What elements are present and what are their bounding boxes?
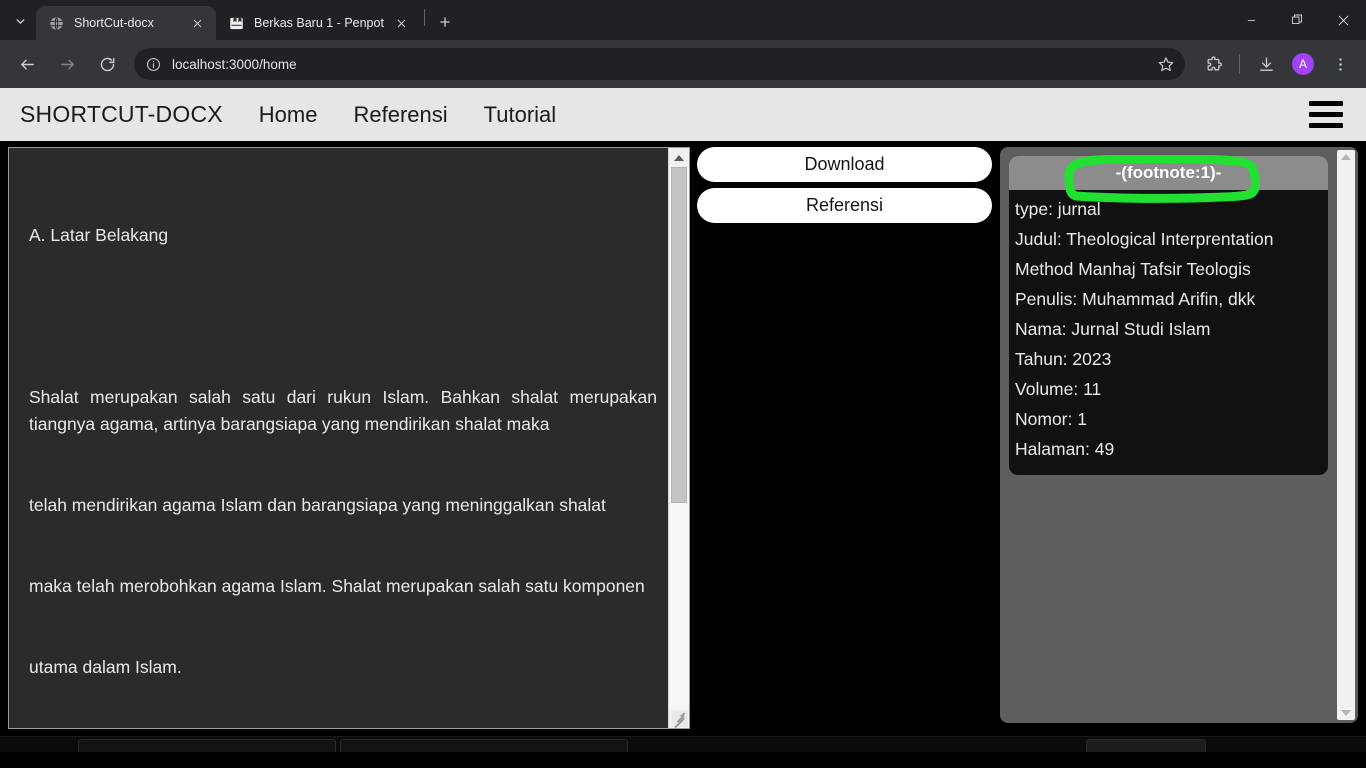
footnote-field-penulis: Penulis: Muhammad Arifin, dkk: [1015, 289, 1256, 309]
close-icon[interactable]: [189, 15, 206, 32]
workspace: A. Latar Belakang Shalat merupakan salah…: [0, 141, 1366, 752]
footnote-card-body: type: jurnal Judul: Theological Interpre…: [1009, 190, 1328, 464]
reload-icon[interactable]: [91, 48, 123, 80]
footnote-field-type: type: jurnal: [1015, 199, 1101, 219]
tab-divider: [423, 8, 425, 26]
nav-item-home[interactable]: Home: [259, 102, 318, 128]
scrollbar-thumb[interactable]: [671, 167, 687, 504]
scroll-up-arrow-icon[interactable]: [1341, 154, 1351, 160]
os-taskbar: [0, 736, 1366, 752]
nav-item-tutorial[interactable]: Tutorial: [484, 102, 557, 128]
footnote-field-volume: Volume: 11: [1015, 379, 1102, 399]
taskbar-item[interactable]: [340, 739, 628, 752]
address-bar[interactable]: localhost:3000/home: [134, 48, 1185, 80]
browser-tab-shortcut-docx[interactable]: ShortCut-docx: [36, 6, 216, 40]
profile-avatar[interactable]: A: [1292, 53, 1314, 75]
footnote-panel: -(footnote:1)- type: jurnal Judul: Theol…: [1000, 147, 1358, 723]
footnote-card[interactable]: -(footnote:1)- type: jurnal Judul: Theol…: [1009, 156, 1328, 475]
hamburger-bar: [1309, 112, 1343, 117]
doc-paragraph: utama dalam Islam.: [29, 657, 182, 677]
tab-title: Berkas Baru 1 - Penpot: [254, 16, 384, 30]
footnote-field-halaman: Halaman: 49: [1015, 439, 1115, 459]
footnote-panel-scrollbar[interactable]: [1337, 150, 1355, 720]
back-icon[interactable]: [11, 48, 43, 80]
page-viewport: SHORTCUT-DOCX Home Referensi Tutorial A.…: [0, 88, 1366, 752]
scroll-up-arrow-icon[interactable]: [669, 148, 689, 167]
referensi-button[interactable]: Referensi: [697, 188, 992, 223]
footnote-field-nomor: Nomor: 1: [1015, 409, 1087, 429]
document-scrollbar[interactable]: [668, 148, 689, 728]
tab-title: ShortCut-docx: [74, 16, 154, 30]
doc-paragraph: Shalat merupakan salah satu dari rukun I…: [29, 387, 662, 434]
footnote-field-judul-cont: Method Manhaj Tafsir Teologis: [1015, 259, 1251, 279]
taskbar-item[interactable]: [1086, 739, 1206, 752]
globe-icon: [48, 15, 65, 32]
footnote-field-nama: Nama: Jurnal Studi Islam: [1015, 319, 1211, 339]
browser-toolbar: localhost:3000/home A: [0, 40, 1366, 88]
extensions-icon[interactable]: [1198, 49, 1228, 79]
maximize-icon[interactable]: [1274, 0, 1320, 40]
browser-tab-strip: ShortCut-docx Berkas Baru 1 - Penpot: [0, 0, 1366, 40]
hamburger-menu-icon[interactable]: [1306, 98, 1346, 132]
document-editor[interactable]: A. Latar Belakang Shalat merupakan salah…: [8, 147, 690, 729]
app-brand[interactable]: SHORTCUT-DOCX: [20, 101, 223, 128]
url-text[interactable]: localhost:3000/home: [172, 57, 1145, 72]
close-icon[interactable]: [393, 15, 410, 32]
doc-paragraph-blank: [29, 303, 657, 330]
footnote-field-judul: Judul: Theological Interprentation: [1015, 229, 1274, 249]
minimize-icon[interactable]: [1228, 0, 1274, 40]
tab-search-icon[interactable]: [6, 7, 34, 35]
resize-grip-icon[interactable]: [672, 711, 688, 728]
nav-item-referensi[interactable]: Referensi: [353, 102, 447, 128]
doc-paragraph: A. Latar Belakang: [29, 225, 169, 245]
window-controls: [1228, 0, 1366, 40]
toolbar-divider: [1239, 54, 1240, 74]
app-navbar: SHORTCUT-DOCX Home Referensi Tutorial: [0, 88, 1366, 141]
footnote-field-tahun: Tahun: 2023: [1015, 349, 1112, 369]
doc-paragraph: maka telah merobohkan agama Islam. Shala…: [29, 576, 645, 596]
scrollbar-track[interactable]: [669, 167, 689, 709]
action-button-column: Download Referensi: [697, 147, 992, 223]
downloads-icon[interactable]: [1251, 49, 1281, 79]
browser-tab-penpot[interactable]: Berkas Baru 1 - Penpot: [216, 6, 420, 40]
taskbar-item[interactable]: [78, 739, 336, 752]
hamburger-bar: [1309, 123, 1343, 128]
doc-paragraph: telah mendirikan agama Islam dan barangs…: [29, 495, 606, 515]
browser-window: ShortCut-docx Berkas Baru 1 - Penpot loc…: [0, 0, 1366, 768]
document-text[interactable]: A. Latar Belakang Shalat merupakan salah…: [9, 148, 669, 728]
chrome-menu-icon[interactable]: [1325, 49, 1355, 79]
penpot-icon: [228, 15, 245, 32]
new-tab-icon[interactable]: [431, 8, 459, 36]
close-window-icon[interactable]: [1320, 0, 1366, 40]
footnote-panel-content: -(footnote:1)- type: jurnal Judul: Theol…: [1000, 147, 1337, 723]
download-button[interactable]: Download: [697, 147, 992, 182]
scroll-down-arrow-icon[interactable]: [1341, 710, 1351, 716]
hamburger-bar: [1309, 101, 1343, 106]
forward-icon[interactable]: [51, 48, 83, 80]
footnote-card-header: -(footnote:1)-: [1009, 156, 1328, 190]
site-info-icon[interactable]: [142, 53, 164, 75]
bookmark-star-icon[interactable]: [1153, 51, 1179, 77]
